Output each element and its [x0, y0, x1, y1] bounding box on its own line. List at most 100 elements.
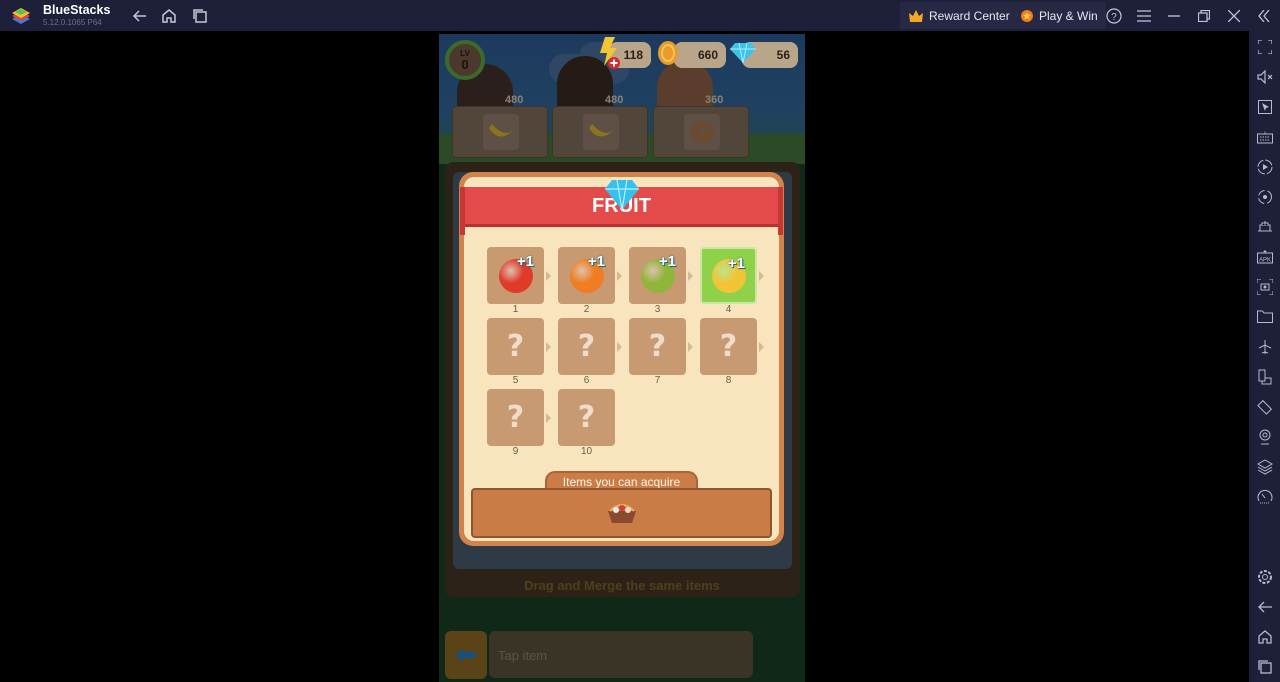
banana-icon [583, 114, 619, 150]
locked-slot[interactable]: ? [487, 318, 544, 375]
next-arrow-icon [688, 271, 693, 281]
fruit-slot-tomato[interactable]: +1 [487, 247, 544, 304]
slot-level-number: 3 [654, 304, 661, 315]
slot-level-number: 2 [583, 304, 590, 315]
question-mark-icon: ? [506, 329, 525, 364]
help-icon[interactable]: ? [1104, 6, 1124, 26]
energy-icon[interactable] [595, 36, 623, 70]
level-value: 0 [461, 57, 469, 72]
next-arrow-icon [546, 342, 551, 352]
locked-slot[interactable]: ? [487, 389, 544, 446]
home-icon[interactable] [1255, 627, 1274, 646]
reward-center-button[interactable]: Reward Center [900, 2, 1018, 29]
sync-icon[interactable] [1255, 187, 1274, 206]
folder-icon[interactable] [1255, 307, 1274, 326]
slot-level-number: 6 [583, 375, 590, 386]
fruit-basket-icon[interactable] [604, 499, 640, 527]
slot-level-number: 9 [512, 446, 519, 457]
coins-value: 660 [697, 48, 718, 62]
question-mark-icon: ? [506, 400, 525, 435]
keyboard-icon[interactable] [1255, 127, 1274, 146]
fruit-slot-banana[interactable]: +1 [700, 247, 757, 304]
locked-slot[interactable]: ? [629, 318, 686, 375]
next-arrow-icon [617, 342, 622, 352]
bonus-badge: +1 [516, 253, 534, 270]
order-card-banana[interactable] [552, 106, 648, 158]
record-icon[interactable] [1255, 157, 1274, 176]
mute-icon[interactable] [1255, 67, 1274, 86]
app-name: BlueStacks [43, 3, 111, 17]
next-arrow-icon [546, 413, 551, 423]
back-icon[interactable] [130, 6, 150, 26]
slot-level-number: 7 [654, 375, 661, 386]
multi-instance-icon[interactable] [1255, 367, 1274, 386]
restore-icon[interactable] [1194, 6, 1214, 26]
locked-slot[interactable]: ? [558, 389, 615, 446]
svg-text:?: ? [1111, 12, 1117, 23]
minimize-icon[interactable] [1164, 6, 1184, 26]
gem-icon [729, 42, 757, 64]
home-icon[interactable] [159, 6, 179, 26]
performance-icon[interactable] [1255, 217, 1274, 236]
slot-level-number: 5 [512, 375, 519, 386]
coin-icon [657, 40, 679, 66]
question-mark-icon: ? [577, 400, 596, 435]
fruit-slot-orange[interactable]: +1 [558, 247, 615, 304]
question-mark-icon: ? [648, 329, 667, 364]
right-sidebar: APK [1249, 31, 1280, 682]
next-arrow-icon [759, 342, 764, 352]
next-arrow-icon [759, 271, 764, 281]
locked-slot[interactable]: ? [700, 318, 757, 375]
title-bar: BlueStacks 5.12.0.1065 P64 Reward Center… [0, 0, 1280, 31]
screenshot-icon[interactable] [1255, 277, 1274, 296]
bonus-badge: +1 [727, 255, 745, 272]
tap-item-placeholder: Tap item [498, 648, 548, 663]
bluestacks-logo [12, 8, 30, 24]
location-icon[interactable] [1255, 427, 1274, 446]
recent-apps-icon[interactable] [1255, 657, 1274, 676]
question-mark-icon: ? [719, 329, 738, 364]
recent-apps-icon[interactable] [190, 6, 210, 26]
order-card-donut[interactable] [653, 106, 749, 158]
gear-icon[interactable] [1255, 567, 1274, 586]
order-price: 480 [605, 94, 624, 106]
merge-hint: Drag and Merge the same items [524, 578, 720, 593]
play-win-icon [1021, 9, 1033, 22]
rotate-icon[interactable] [1255, 397, 1274, 416]
order-price: 480 [505, 94, 524, 106]
bonus-badge: +1 [658, 253, 676, 270]
question-mark-icon: ? [577, 329, 596, 364]
play-win-button[interactable]: Play & Win [1012, 2, 1106, 29]
slot-level-number: 8 [725, 375, 732, 386]
back-icon[interactable] [1255, 597, 1274, 616]
next-arrow-icon [688, 342, 693, 352]
close-icon[interactable] [1224, 6, 1244, 26]
coins-counter[interactable]: 660 [674, 42, 726, 68]
play-win-label: Play & Win [1039, 8, 1098, 23]
back-button[interactable] [445, 631, 487, 679]
slot-level-number: 10 [580, 446, 593, 457]
svg-text:APK: APK [1258, 257, 1270, 263]
banana-icon [483, 114, 519, 150]
gems-value: 56 [776, 48, 790, 62]
level-badge[interactable]: LV 0 [445, 40, 485, 80]
menu-icon[interactable] [1134, 6, 1154, 26]
collapse-sidebar-icon[interactable] [1254, 6, 1274, 26]
apk-icon[interactable]: APK [1255, 247, 1274, 266]
bonus-badge: +1 [587, 253, 605, 270]
next-arrow-icon [546, 271, 551, 281]
fullscreen-icon[interactable] [1255, 37, 1274, 56]
next-arrow-icon [617, 271, 622, 281]
layers-icon[interactable] [1255, 457, 1274, 476]
speedometer-icon[interactable] [1255, 487, 1274, 506]
cursor-icon[interactable] [1255, 97, 1274, 116]
order-price: 360 [705, 94, 724, 106]
airplane-icon[interactable] [1255, 337, 1274, 356]
slot-level-number: 4 [725, 304, 732, 315]
slot-level-number: 1 [512, 304, 519, 315]
app-version: 5.12.0.1065 P64 [43, 18, 102, 27]
fruit-slot-green-apple[interactable]: +1 [629, 247, 686, 304]
order-card-banana[interactable] [452, 106, 548, 158]
crown-icon [909, 9, 923, 22]
locked-slot[interactable]: ? [558, 318, 615, 375]
